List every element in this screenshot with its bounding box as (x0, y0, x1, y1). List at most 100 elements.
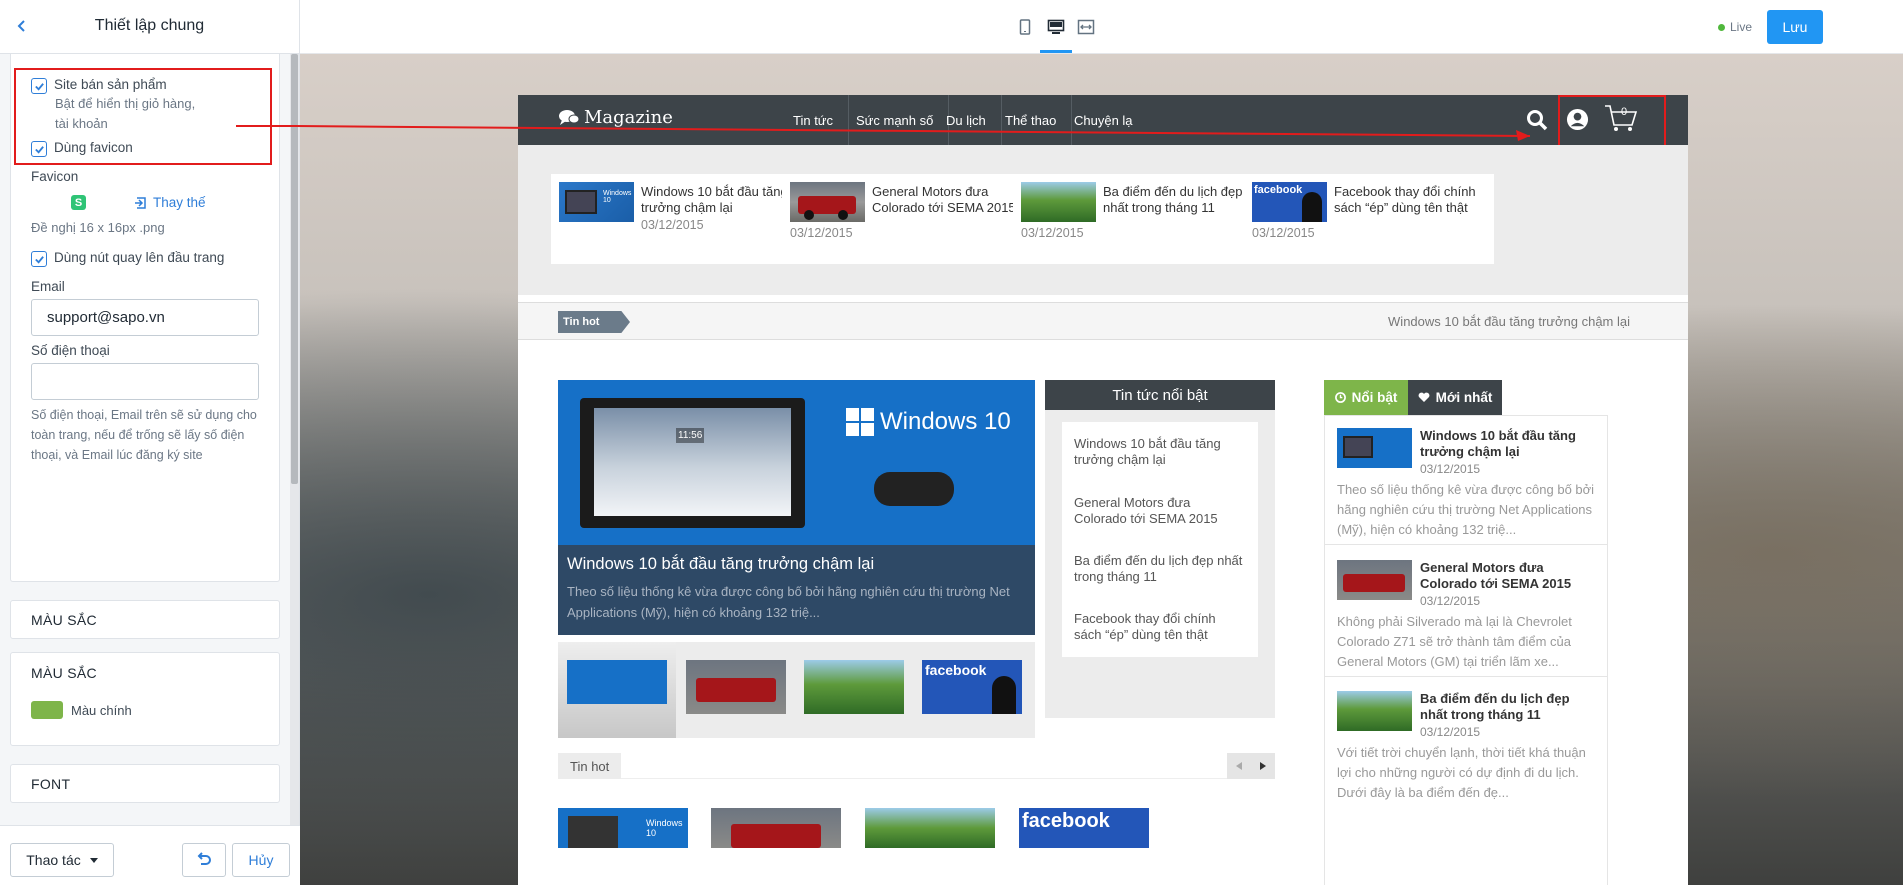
device-desktop-button[interactable] (1046, 17, 1066, 37)
featured-news-item[interactable]: Facebook thay đổi chính sách “ép” dùng t… (1062, 597, 1258, 657)
strip-card[interactable]: Ba điểm đến du lịch đẹp nhất trong tháng… (1013, 174, 1263, 264)
tab-news-item[interactable]: General Motors đưa Colorado tới SEMA 201… (1337, 560, 1599, 669)
main-color-label: Màu chính (71, 703, 132, 718)
strip-card[interactable]: General Motors đưa Colorado tới SEMA 201… (782, 174, 1032, 264)
colors-section-title: MÀU SẮC (31, 611, 97, 628)
font-section-collapsed[interactable]: FONT (10, 764, 280, 803)
thumbnail-windows: Windows 10 (559, 182, 634, 222)
fullwidth-icon (1077, 19, 1095, 35)
tab-latest[interactable]: Mới nhất (1408, 380, 1502, 415)
featured-thumbnails: facebook (558, 642, 1035, 738)
tab-news-date: 03/12/2015 (1420, 462, 1481, 476)
featured-news-title: Tin tức nổi bật (1045, 380, 1275, 410)
tab-news-list: Windows 10 bắt đầu tăng trưởng chậm lại … (1324, 415, 1608, 885)
featured-news-item[interactable]: Windows 10 bắt đầu tăng trưởng chậm lại (1062, 422, 1258, 482)
divider (1325, 544, 1607, 545)
main-color-swatch[interactable] (31, 701, 63, 719)
strip-date: 03/12/2015 (1021, 226, 1084, 240)
windows-logo-text: Windows 10 (880, 408, 1011, 435)
back-to-top-checkbox[interactable] (31, 251, 47, 267)
thumbnail-windows (1337, 428, 1412, 468)
font-section-title: FONT (31, 775, 71, 792)
next-button[interactable] (1251, 753, 1275, 779)
clock-icon (1334, 392, 1346, 403)
tabbed-news-box: Nổi bật Mới nhất Windows 10 bắt đầu tăng… (1324, 380, 1614, 885)
strip-title: Ba điểm đến du lịch đẹp nhất trong tháng… (1103, 184, 1243, 215)
hot-news-thumbnail[interactable] (865, 808, 995, 848)
heart-icon (1418, 392, 1429, 402)
thumbnail-facebook[interactable]: facebook (922, 660, 1022, 714)
phone-label: Số điện thoại (31, 343, 110, 358)
checkmark-icon (34, 255, 44, 264)
windows-icon (846, 408, 874, 436)
thumbnail-landscape (1337, 691, 1412, 731)
theme-preview: Magazine Tin tức Sức mạnh số Du lịch Thể… (300, 54, 1903, 885)
actions-dropdown[interactable]: Thao tác (10, 843, 114, 877)
scrollbar-thumb[interactable] (291, 54, 298, 484)
save-button[interactable]: Lưu (1767, 10, 1823, 44)
tab-news-desc: Với tiết trời chuyển lạnh, thời tiết khá… (1337, 745, 1586, 800)
hot-headline[interactable]: Windows 10 bắt đầu tăng trưởng chậm lại (1388, 314, 1630, 329)
annotation-arrow (236, 125, 1531, 141)
cancel-button[interactable]: Hủy (232, 843, 290, 877)
sidebar-header: Thiết lập chung (0, 0, 299, 54)
hololens-image (874, 472, 954, 506)
tab-news-item[interactable]: Ba điểm đến du lịch đẹp nhất trong tháng… (1337, 691, 1599, 800)
colors-section-collapsed[interactable]: MÀU SẮC (10, 600, 280, 639)
hot-news-thumbnail[interactable]: Windows 10 (558, 808, 688, 848)
thumbnail-truck[interactable] (686, 660, 786, 714)
thumbnail-facebook-text: facebook (925, 662, 987, 678)
thumbnail-landscape (1021, 182, 1096, 222)
sapo-favicon-icon: S (71, 195, 86, 210)
featured-slider[interactable]: 11:56 Windows 10 Windows 10 bắt đầu tăng… (558, 380, 1035, 635)
active-thumbnail[interactable] (558, 642, 676, 738)
tablet-image: 11:56 (580, 398, 805, 528)
email-field[interactable]: support@sapo.vn (31, 299, 259, 336)
featured-news-box: Tin tức nổi bật Windows 10 bắt đầu tăng … (1045, 380, 1275, 718)
thumbnail-windows-text: Windows 10 (646, 818, 683, 838)
strip-title: Windows 10 bắt đầu tăng trưởng chậm lại (641, 184, 788, 215)
strip-card[interactable]: facebook Facebook thay đổi chính sách “é… (1244, 174, 1494, 264)
favicon-replace-label: Thay thế (153, 195, 206, 210)
thumbnail-facebook: facebook (1252, 182, 1327, 222)
favicon-hint: Đề nghị 16 x 16px .png (31, 220, 165, 235)
tab-featured[interactable]: Nổi bật (1324, 380, 1408, 415)
tab-news-title: Ba điểm đến du lịch đẹp nhất trong tháng… (1420, 691, 1570, 722)
thumbnail-windows-text: Windows 10 (603, 190, 632, 204)
sidebar-scrollbar[interactable] (290, 54, 299, 825)
device-mobile-button[interactable] (1015, 17, 1035, 37)
colors-section-expanded: MÀU SẮC Màu chính (10, 652, 280, 746)
phone-field[interactable] (31, 363, 259, 400)
back-to-top-label: Dùng nút quay lên đầu trang (54, 250, 225, 265)
strip-date: 03/12/2015 (1252, 226, 1315, 240)
windows-logo: Windows 10 (846, 408, 1011, 436)
annotation-highlight-icons (1558, 95, 1666, 147)
strip-date: 03/12/2015 (790, 226, 853, 240)
tab-news-date: 03/12/2015 (1420, 594, 1481, 608)
back-to-top-option[interactable]: Dùng nút quay lên đầu trang (31, 250, 224, 267)
active-device-indicator (1040, 50, 1072, 53)
caret-right-icon (1260, 762, 1266, 770)
strip-date: 03/12/2015 (641, 218, 704, 232)
favicon-replace-button[interactable]: Thay thế (134, 195, 206, 210)
featured-caption: Windows 10 bắt đầu tăng trưởng chậm lại … (558, 545, 1035, 635)
prev-button[interactable] (1227, 753, 1251, 779)
featured-news-item[interactable]: Ba điểm đến du lịch đẹp nhất trong tháng… (1062, 539, 1258, 599)
favicon-label: Favicon (31, 169, 79, 184)
thumbnail-truck (790, 182, 865, 222)
tab-news-title: General Motors đưa Colorado tới SEMA 201… (1420, 560, 1572, 591)
featured-news-item[interactable]: General Motors đưa Colorado tới SEMA 201… (1062, 481, 1258, 541)
hot-news-section-header: Tin hot (558, 753, 1275, 779)
hot-news-thumbnail[interactable]: facebook (1019, 808, 1149, 848)
tab-news-item[interactable]: Windows 10 bắt đầu tăng trưởng chậm lại … (1337, 428, 1599, 537)
tab-news-title: Windows 10 bắt đầu tăng trưởng chậm lại (1420, 428, 1576, 459)
strip-card[interactable]: Windows 10 Windows 10 bắt đầu tăng trưởn… (551, 174, 801, 264)
thumbnail-landscape[interactable] (804, 660, 904, 714)
device-fullwidth-button[interactable] (1076, 17, 1096, 37)
tab-news-date: 03/12/2015 (1420, 725, 1481, 739)
undo-button[interactable] (182, 843, 226, 877)
hot-news-thumbnail[interactable] (711, 808, 841, 848)
featured-title[interactable]: Windows 10 bắt đầu tăng trưởng chậm lại (567, 555, 874, 574)
desktop-icon (1047, 19, 1065, 34)
hot-news-ticker: Tin hot Windows 10 bắt đầu tăng trưởng c… (518, 302, 1688, 340)
